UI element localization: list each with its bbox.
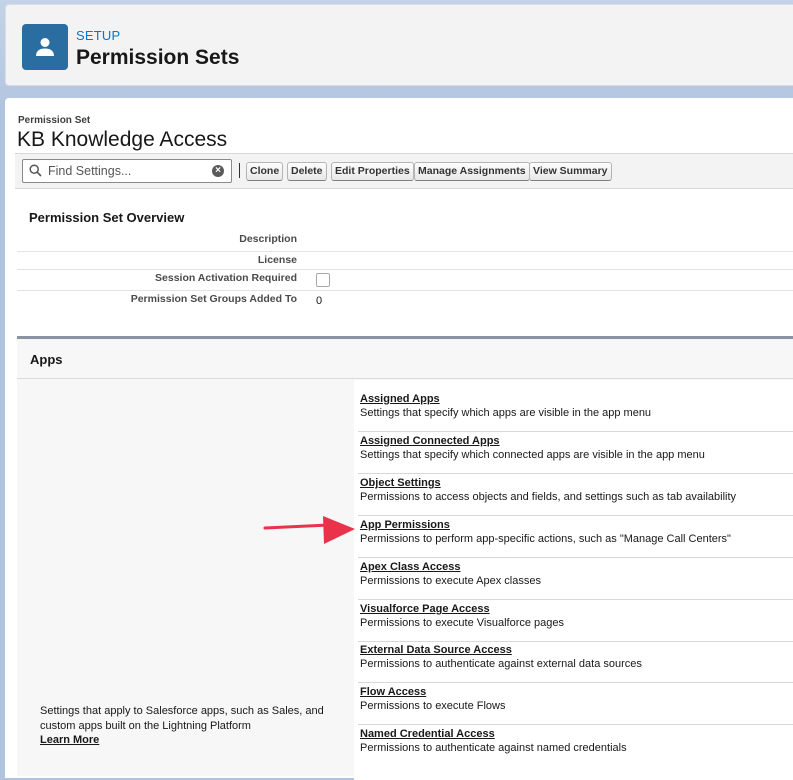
toolbar-divider <box>239 163 240 178</box>
setup-breadcrumb[interactable]: SETUP <box>76 28 120 43</box>
delete-button[interactable]: Delete <box>287 162 327 181</box>
apps-section-header: Apps <box>17 339 793 379</box>
overview-label: License <box>257 254 297 266</box>
page-title: Permission Sets <box>76 46 240 69</box>
overview-value: 0 <box>316 295 323 307</box>
find-settings-search[interactable]: × <box>22 159 232 183</box>
list-item: Named Credential Access Permissions to a… <box>358 725 793 767</box>
apps-section-title: Apps <box>30 352 63 367</box>
search-icon <box>29 164 42 177</box>
list-item: Assigned Connected Apps Settings that sp… <box>358 432 793 474</box>
overview-label: Permission Set Groups Added To <box>130 293 297 305</box>
external-data-source-access-link[interactable]: External Data Source Access <box>360 644 512 656</box>
apps-description: Settings that apply to Salesforce apps, … <box>40 705 324 732</box>
list-item: Assigned Apps Settings that specify whic… <box>358 390 793 432</box>
list-item: Object Settings Permissions to access ob… <box>358 474 793 516</box>
overview-section-title: Permission Set Overview <box>29 210 185 225</box>
app-permissions-link[interactable]: App Permissions <box>360 519 450 531</box>
item-description: Permissions to authenticate against name… <box>360 742 627 754</box>
user-icon <box>22 24 68 70</box>
overview-row-groups: Permission Set Groups Added To 0 <box>17 291 793 313</box>
item-description: Permissions to access objects and fields… <box>360 491 737 503</box>
annotation-arrow-icon <box>263 516 355 544</box>
view-summary-button[interactable]: View Summary <box>529 162 612 181</box>
item-description: Permissions to execute Visualforce pages <box>360 617 565 629</box>
manage-assignments-button[interactable]: Manage Assignments <box>414 162 530 181</box>
object-settings-link[interactable]: Object Settings <box>360 477 441 489</box>
apps-section: Apps Settings that apply to Salesforce a… <box>17 336 793 780</box>
item-description: Permissions to authenticate against exte… <box>360 658 642 670</box>
list-item: External Data Source Access Permissions … <box>358 641 793 683</box>
record-type-label: Permission Set <box>18 115 91 126</box>
learn-more-link[interactable]: Learn More <box>40 734 99 746</box>
item-description: Permissions to execute Apex classes <box>360 575 541 587</box>
edit-properties-button[interactable]: Edit Properties <box>331 162 414 181</box>
overview-row-description: Description <box>17 228 793 252</box>
item-description: Settings that specify which connected ap… <box>360 449 705 461</box>
list-item: Flow Access Permissions to execute Flows <box>358 683 793 725</box>
list-item: App Permissions Permissions to perform a… <box>358 516 793 558</box>
permission-set-detail: Permission Set KB Knowledge Access × Clo… <box>5 98 793 780</box>
page-header: SETUP Permission Sets <box>5 4 793 86</box>
item-description: Settings that specify which apps are vis… <box>360 407 652 419</box>
clear-search-icon[interactable]: × <box>212 165 224 177</box>
named-credential-access-link[interactable]: Named Credential Access <box>360 728 495 740</box>
overview-row-license: License <box>17 252 793 270</box>
list-item: Apex Class Access Permissions to execute… <box>358 558 793 600</box>
apex-class-access-link[interactable]: Apex Class Access <box>360 561 461 573</box>
assigned-apps-link[interactable]: Assigned Apps <box>360 393 440 405</box>
item-description: Permissions to execute Flows <box>360 700 506 712</box>
session-activation-checkbox <box>316 273 330 287</box>
clone-button[interactable]: Clone <box>246 162 284 181</box>
search-input[interactable] <box>46 162 206 180</box>
assigned-connected-apps-link[interactable]: Assigned Connected Apps <box>360 435 500 447</box>
item-description: Permissions to perform app-specific acti… <box>360 533 731 545</box>
toolbar: × Clone Delete Edit Properties Manage As… <box>15 153 793 189</box>
record-name: KB Knowledge Access <box>17 128 228 151</box>
overview-row-session-activation: Session Activation Required <box>17 270 793 291</box>
visualforce-page-access-link[interactable]: Visualforce Page Access <box>360 603 490 615</box>
flow-access-link[interactable]: Flow Access <box>360 686 426 698</box>
list-item: Visualforce Page Access Permissions to e… <box>358 600 793 642</box>
overview-label: Session Activation Required <box>155 272 297 284</box>
overview-label: Description <box>239 233 297 245</box>
apps-settings-list: Assigned Apps Settings that specify whic… <box>354 380 793 780</box>
